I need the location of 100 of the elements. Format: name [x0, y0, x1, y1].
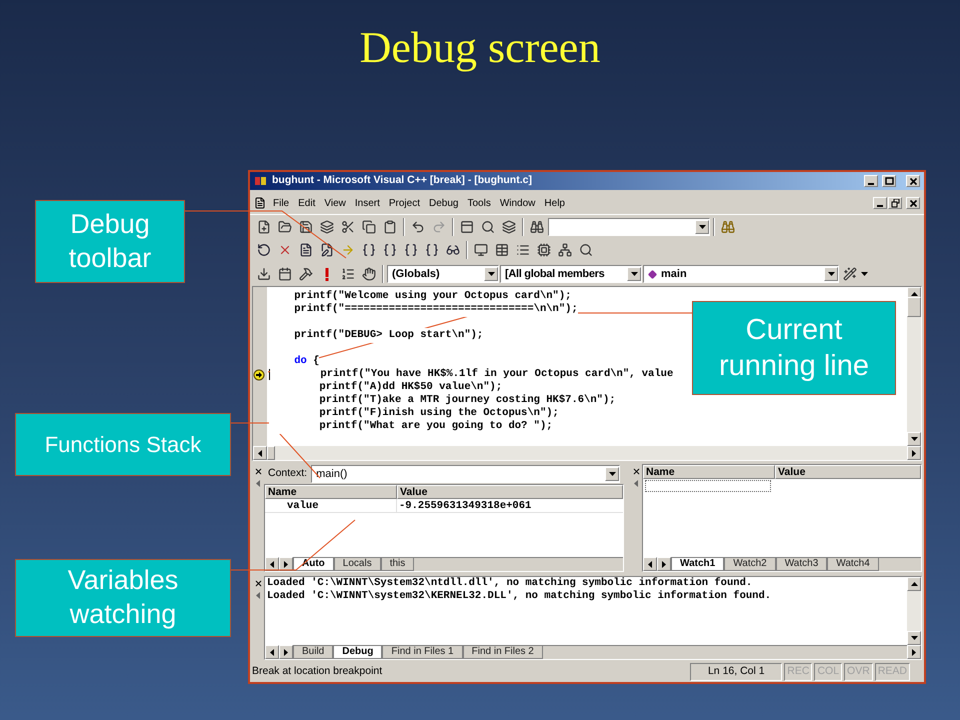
function-combo[interactable]: main	[643, 265, 839, 283]
text-cursor	[269, 369, 270, 380]
close-pane-icon[interactable]	[253, 578, 263, 588]
output-line: Loaded 'C:\WINNT\system32\KERNEL32.DLL', no matching symbolic information found.	[267, 590, 772, 603]
vertical-scrollbar[interactable]	[907, 577, 921, 645]
menu-item[interactable]: View	[320, 196, 350, 210]
scroll-thumb[interactable]	[267, 446, 275, 460]
triangle-icon	[828, 272, 834, 276]
horizontal-scrollbar[interactable]	[253, 446, 921, 460]
scroll-right-button[interactable]	[907, 645, 921, 659]
column-header[interactable]: Name	[265, 485, 397, 499]
close-pane-icon[interactable]	[253, 466, 263, 476]
triangle-icon	[270, 648, 274, 656]
maximize-icon	[884, 176, 894, 186]
triangle-icon	[698, 224, 706, 228]
menu-item[interactable]: Window	[496, 196, 540, 210]
app-icon	[254, 175, 268, 187]
panel-tab[interactable]: Watch3	[776, 558, 828, 571]
maximize-button[interactable]	[882, 175, 896, 187]
context-label: Context:	[268, 466, 308, 482]
panel-tab[interactable]: Watch2	[724, 558, 776, 571]
triangle-icon	[910, 582, 918, 586]
triangle-icon	[910, 636, 918, 640]
close-icon	[908, 176, 918, 186]
menu-item[interactable]: Edit	[294, 196, 320, 210]
triangle-icon	[912, 450, 916, 456]
scroll-up-button[interactable]	[907, 577, 921, 591]
callout-label: Variables watching	[15, 559, 231, 637]
triangle-icon	[608, 472, 616, 476]
callout-label: Current running line	[692, 301, 896, 395]
triangle-icon	[256, 592, 260, 598]
close-button[interactable]	[906, 197, 920, 209]
panel-tab[interactable]: Auto	[293, 558, 334, 571]
scroll-left-button[interactable]	[253, 446, 267, 460]
status-message: Break at location breakpoint	[252, 664, 384, 680]
minimize-button[interactable]	[873, 197, 887, 209]
triangle-icon	[258, 450, 262, 456]
menu-item[interactable]: Debug	[425, 196, 462, 210]
scroll-thumb[interactable]	[907, 296, 921, 316]
triangle-icon	[648, 560, 652, 568]
menu-item[interactable]: Insert	[350, 196, 384, 210]
restore-button[interactable]	[888, 197, 902, 209]
variable-value: -9.2559631349318e+061	[398, 499, 532, 512]
panel-tab[interactable]: Build	[293, 646, 334, 659]
menu-item[interactable]: Project	[384, 196, 424, 210]
panel-tab[interactable]: Find in Files 2	[462, 646, 543, 659]
scroll-down-button[interactable]	[907, 631, 921, 645]
triangle-icon	[634, 480, 638, 486]
close-pane-icon[interactable]	[631, 466, 641, 476]
window-title: bughunt - Microsoft Visual C++ [break] - [bughunt.c]	[272, 173, 533, 188]
scroll-down-button[interactable]	[907, 432, 921, 446]
triangle-icon	[284, 648, 288, 656]
menu-item[interactable]: Help	[540, 196, 569, 210]
triangle-icon	[912, 648, 916, 656]
triangle-icon	[910, 437, 918, 441]
menu-item[interactable]: Tools	[463, 196, 495, 210]
diamond-icon	[648, 270, 657, 278]
triangle-icon	[662, 560, 666, 568]
members-combo[interactable]: [All global members	[500, 265, 642, 283]
panel-tab[interactable]: Find in Files 1	[382, 646, 463, 659]
tab-scroll-right-button[interactable]	[279, 557, 293, 571]
callout-label: Functions Stack	[15, 413, 231, 476]
triangle-icon	[488, 272, 494, 276]
column-header[interactable]: Value	[775, 465, 921, 479]
menu-item[interactable]: File	[269, 196, 294, 210]
output-line: Loaded 'C:\WINNT\System32\ntdll.dll', no matching symbolic information found.	[267, 577, 754, 590]
panel-tab[interactable]: this	[380, 558, 414, 571]
tab-scroll-right-button[interactable]	[279, 645, 293, 659]
column-header[interactable]: Value	[397, 485, 623, 499]
triangle-icon	[910, 292, 918, 296]
new-watch-field[interactable]	[645, 480, 771, 492]
callout-label: Debug toolbar	[35, 200, 185, 283]
variable-name: value	[265, 499, 397, 512]
dropdown-arrow-icon	[861, 272, 868, 276]
tab-scroll-left-button[interactable]	[265, 557, 279, 571]
restore-icon	[890, 198, 900, 208]
find-combo[interactable]	[548, 218, 710, 236]
triangle-icon	[284, 560, 288, 568]
minimize-icon	[877, 204, 883, 206]
triangle-icon	[270, 560, 274, 568]
triangle-icon	[256, 480, 260, 486]
triangle-icon	[630, 272, 638, 276]
column-header[interactable]: Name	[643, 465, 775, 479]
panel-tab[interactable]: Locals	[334, 558, 381, 571]
slide-title: Debug screen	[360, 26, 600, 74]
close-button[interactable]	[906, 175, 920, 187]
panel-tab[interactable]: Debug	[333, 646, 382, 659]
context-combo[interactable]: main()	[311, 465, 620, 483]
cursor-position: Ln 16, Col 1	[690, 663, 782, 681]
minimize-button[interactable]	[864, 175, 878, 187]
tab-scroll-left-button[interactable]	[265, 645, 279, 659]
tab-scroll-left-button[interactable]	[643, 557, 657, 571]
close-icon	[908, 198, 918, 208]
scope-combo[interactable]: (Globals)	[387, 265, 499, 283]
panel-tab[interactable]: Watch1	[671, 558, 724, 571]
scroll-right-button[interactable]	[907, 446, 921, 460]
minimize-icon	[868, 182, 874, 184]
panel-tab[interactable]: Watch4	[827, 558, 879, 571]
vertical-scrollbar[interactable]	[907, 287, 921, 446]
tab-scroll-right-button[interactable]	[657, 557, 671, 571]
